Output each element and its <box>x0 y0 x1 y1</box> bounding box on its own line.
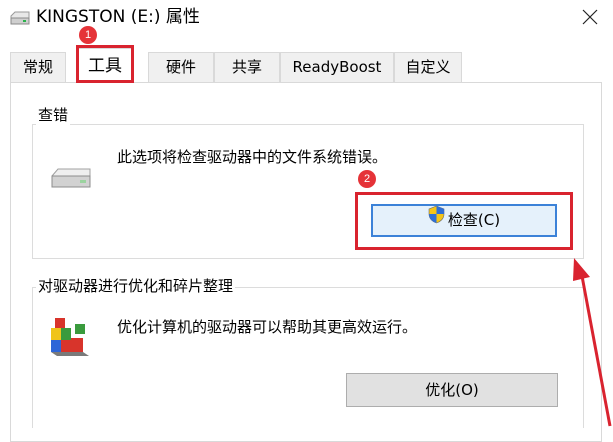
optimize-button[interactable]: 优化(O) <box>346 373 558 407</box>
step1-badge: 1 <box>79 26 97 44</box>
step2-highlight-box <box>355 192 573 250</box>
tab-sharing[interactable]: 共享 <box>214 52 280 82</box>
error-check-group-left <box>32 124 33 258</box>
optimize-description: 优化计算机的驱动器可以帮助其更高效运行。 <box>117 318 418 336</box>
optimize-group-left <box>32 287 33 428</box>
red-arrow-icon <box>573 258 612 427</box>
optimize-group-title: 对驱动器进行优化和碎片整理 <box>36 276 236 296</box>
window-title: KINGSTON (E:) 属性 <box>36 7 200 27</box>
error-check-group-bottom <box>32 258 584 259</box>
error-check-description: 此选项将检查驱动器中的文件系统错误。 <box>117 148 388 166</box>
close-icon[interactable] <box>582 9 598 25</box>
close-button[interactable] <box>567 0 613 36</box>
defrag-icon <box>49 316 91 364</box>
tab-hardware[interactable]: 硬件 <box>148 52 214 82</box>
step2-badge: 2 <box>358 170 376 188</box>
error-check-group-title: 查错 <box>36 105 71 125</box>
error-check-group-top <box>32 124 584 125</box>
tab-general[interactable]: 常规 <box>10 52 66 82</box>
step1-highlight-box <box>76 45 134 83</box>
error-check-group-right <box>583 124 584 258</box>
tab-custom[interactable]: 自定义 <box>394 52 462 82</box>
drive-icon <box>10 10 30 26</box>
hard-drive-icon <box>50 166 92 194</box>
tab-readyboost[interactable]: ReadyBoost <box>280 52 394 82</box>
